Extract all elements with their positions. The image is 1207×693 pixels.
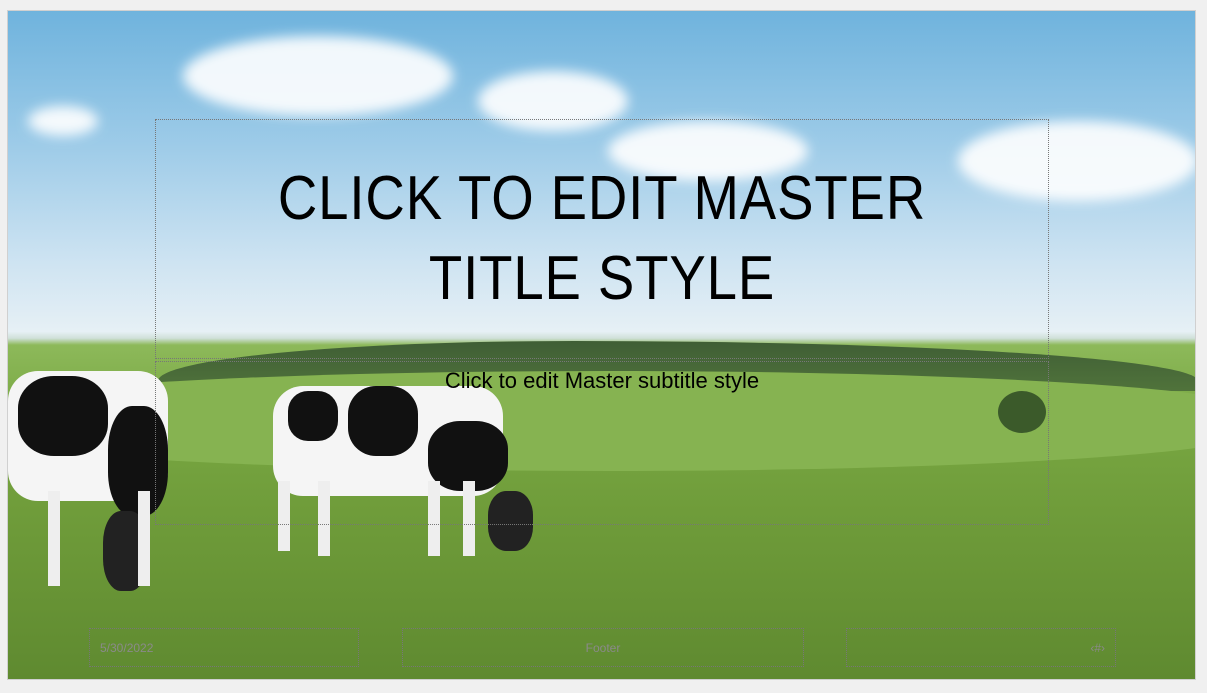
title-text: CLICK TO EDIT MASTER TITLE STYLE	[277, 164, 927, 313]
slide-master-canvas: CLICK TO EDIT MASTER TITLE STYLE Click t…	[7, 10, 1196, 680]
subtitle-placeholder[interactable]: Click to edit Master subtitle style	[155, 361, 1049, 525]
footer-text: Footer	[585, 640, 621, 655]
date-text: 5/30/2022	[100, 640, 154, 655]
date-placeholder[interactable]: 5/30/2022	[89, 628, 359, 667]
slide-number-placeholder[interactable]: ‹#›	[846, 628, 1116, 667]
footer-placeholder[interactable]: Footer	[402, 628, 804, 667]
slide-number-text: ‹#›	[1090, 640, 1105, 655]
subtitle-text: Click to edit Master subtitle style	[444, 368, 760, 393]
title-placeholder[interactable]: CLICK TO EDIT MASTER TITLE STYLE	[155, 119, 1049, 359]
